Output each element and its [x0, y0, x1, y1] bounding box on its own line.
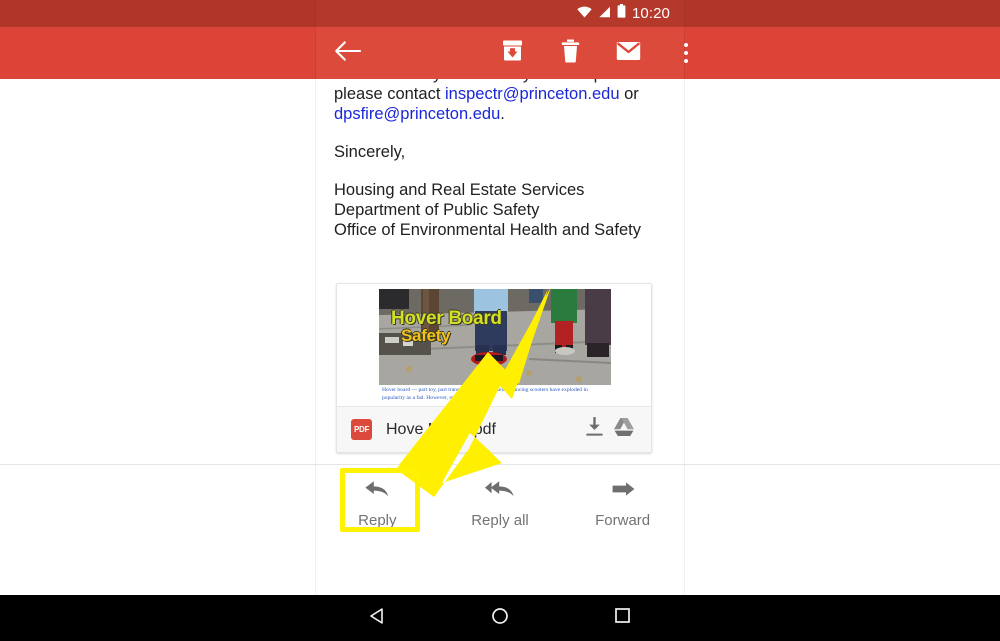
thumbnail-subtitle: Safety — [401, 326, 451, 345]
email-message-text: this matter. If you have any further que… — [334, 79, 672, 258]
android-recents-button[interactable] — [600, 595, 646, 641]
attachment-card[interactable]: Hover Board Safety Hover board — part to… — [336, 283, 652, 453]
more-vertical-icon — [674, 40, 698, 66]
download-icon — [585, 416, 604, 442]
download-attachment-button[interactable] — [579, 415, 609, 445]
signature-line-2: Department of Public Safety — [334, 201, 540, 219]
circle-home-icon — [491, 607, 509, 630]
archive-button[interactable] — [500, 40, 524, 66]
square-recents-icon — [614, 607, 631, 629]
pdf-file-icon: PDF — [351, 419, 372, 440]
forward-button[interactable]: Forward — [573, 479, 673, 529]
contact-join: or — [619, 85, 639, 103]
reply-arrow-icon — [364, 479, 390, 504]
overflow-menu-button[interactable] — [674, 40, 698, 66]
navigation-bar — [316, 595, 684, 641]
app-bar-actions — [500, 39, 698, 67]
archive-icon — [501, 39, 524, 67]
status-bar-clock: 10:20 — [631, 5, 670, 22]
google-drive-icon — [613, 417, 635, 442]
thumbnail-caption: Hover board — part toy, part transportat… — [379, 385, 611, 405]
android-home-button[interactable] — [477, 595, 523, 641]
contact-suffix: . — [500, 105, 505, 123]
attachment-preview[interactable]: Hover Board Safety Hover board — part to… — [337, 284, 651, 408]
reply-action-bar: Reply Reply all Forward — [316, 465, 684, 595]
back-arrow-icon — [335, 40, 362, 66]
reply-all-arrow-icon — [484, 479, 516, 504]
reply-label: Reply — [358, 512, 397, 529]
forward-label: Forward — [595, 512, 651, 529]
reply-all-label: Reply all — [471, 512, 529, 529]
triangle-back-icon — [368, 607, 386, 630]
envelope-icon — [616, 41, 641, 66]
forward-arrow-icon — [610, 479, 636, 504]
message-paragraph-contact: this matter. If you have any further que… — [334, 79, 672, 124]
phone-left-edge — [315, 0, 316, 595]
delete-button[interactable] — [558, 39, 582, 68]
reply-button[interactable]: Reply — [327, 479, 427, 529]
signature-line-1: Housing and Real Estate Services — [334, 181, 585, 199]
back-button[interactable] — [334, 40, 362, 66]
clipped-line: this matter. If you have any further — [334, 79, 583, 83]
cellular-signal-icon — [598, 5, 611, 23]
email-link-dpsfire[interactable]: dpsfire@princeton.edu — [334, 105, 500, 123]
save-to-drive-button[interactable] — [609, 415, 639, 445]
email-link-inspectr[interactable]: inspectr@princeton.edu — [445, 85, 620, 103]
message-closing: Sincerely, — [334, 143, 406, 161]
message-signature: Housing and Real Estate Services Departm… — [334, 180, 672, 240]
attachment-footer: PDF Hove NFPA.pdf — [337, 406, 651, 452]
phone-right-edge — [684, 0, 685, 595]
signature-line-3: Office of Environmental Health and Safet… — [334, 221, 641, 239]
android-back-button[interactable] — [354, 595, 400, 641]
mark-unread-button[interactable] — [616, 40, 640, 66]
reply-all-button[interactable]: Reply all — [450, 479, 550, 529]
wifi-icon — [577, 5, 592, 23]
trash-icon — [561, 39, 580, 68]
pdf-thumbnail: Hover Board Safety Hover board — part to… — [379, 289, 611, 405]
status-bar: 10:20 — [316, 0, 684, 27]
attachment-filename: Hove NFPA.pdf — [386, 420, 496, 438]
battery-icon — [617, 4, 626, 23]
phone-screenshot: 10:20 this ma — [0, 0, 1000, 641]
